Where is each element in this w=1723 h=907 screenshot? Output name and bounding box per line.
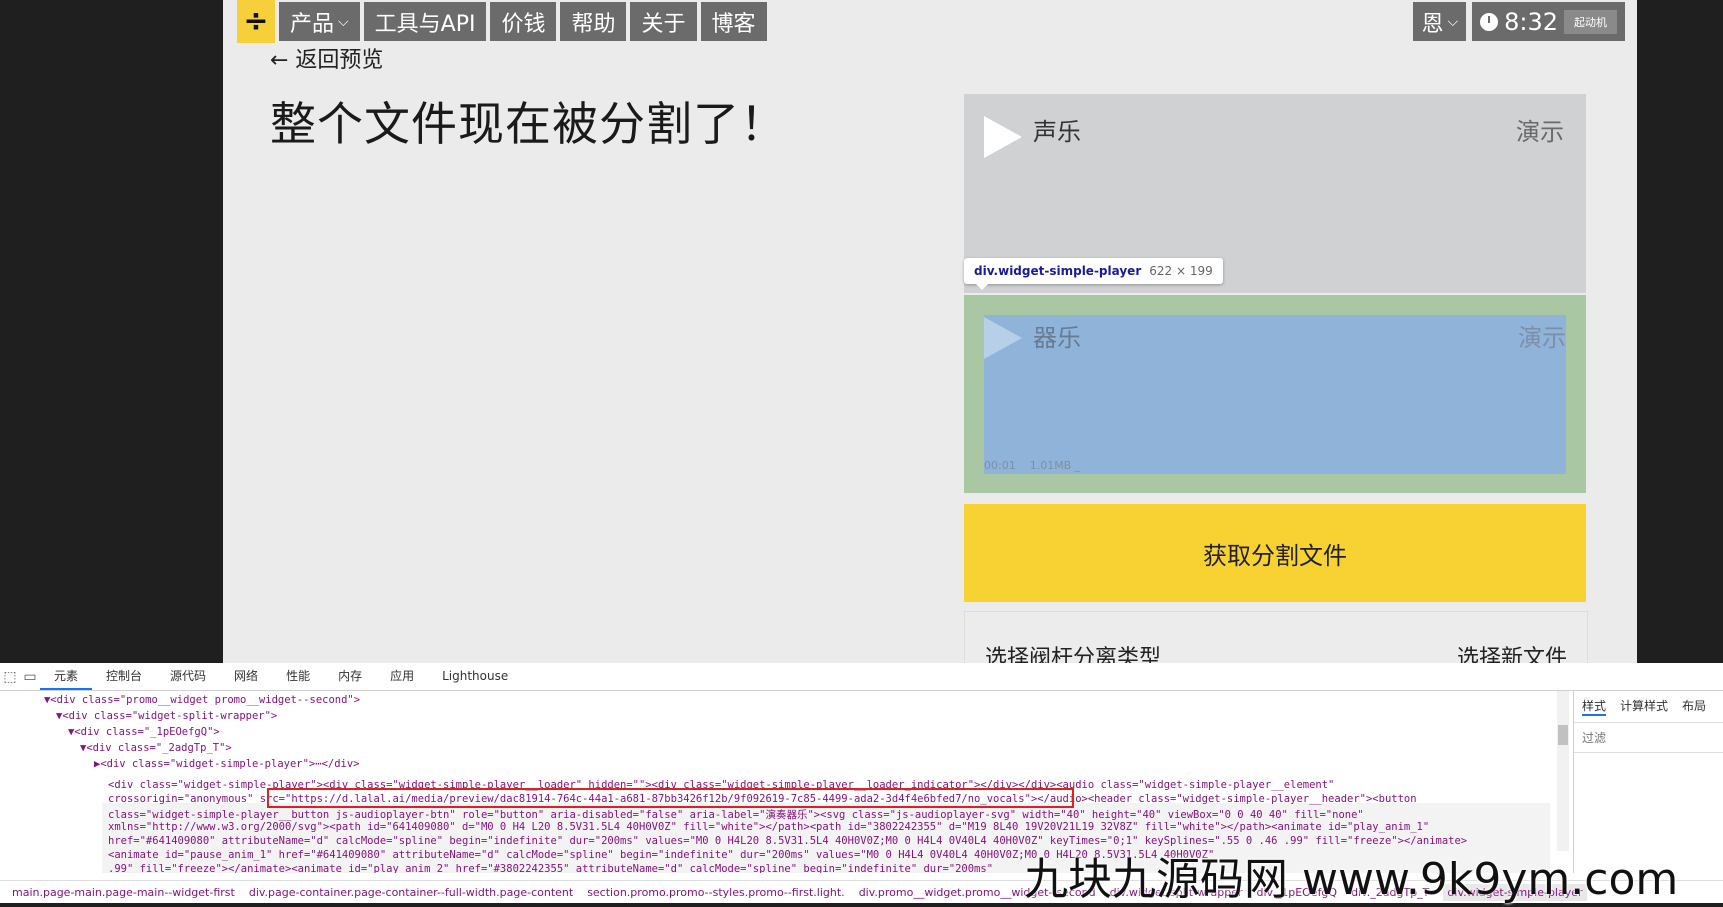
tab-network[interactable]: 网络: [220, 663, 272, 690]
devtools-tabs: ⬚ ▭ 元素 控制台 源代码 网络 性能 内存 应用 Lighthouse: [0, 663, 1723, 691]
dom-line[interactable]: ▼<div class="promo__widget promo__widget…: [44, 694, 360, 706]
time-display: 8:32: [1504, 7, 1558, 36]
watermark: 九块九源码网 www.9k9ym.com: [1024, 854, 1679, 905]
inspector-tooltip: div.widget-simple-player 622 × 199: [964, 258, 1223, 290]
tab-lighthouse[interactable]: Lighthouse: [428, 663, 522, 690]
dom-line[interactable]: .99" fill="freeze"></animate><animate id…: [108, 863, 993, 873]
language-label: 恩: [1421, 11, 1444, 37]
dom-line[interactable]: class="widget-simple-player__button js-a…: [108, 807, 1364, 822]
language-selector[interactable]: 恩 ⌵: [1413, 2, 1467, 41]
breadcrumb-item[interactable]: main.page-main.page-main--widget-first: [12, 886, 235, 899]
dom-scrollbar-thumb[interactable]: [1558, 725, 1568, 745]
tab-computed[interactable]: 计算样式: [1620, 697, 1668, 716]
inspect-icon[interactable]: ⬚: [0, 669, 20, 685]
play-icon[interactable]: [984, 317, 1022, 359]
demo-label: 演示: [1516, 118, 1564, 146]
clock-icon: [1480, 12, 1499, 31]
dom-scrollbar[interactable]: [1557, 691, 1569, 851]
chevron-down-icon: ⌵: [1447, 13, 1459, 30]
dom-line[interactable]: ▼<div class="_1pEOefgQ">: [68, 726, 220, 738]
tab-application[interactable]: 应用: [376, 663, 428, 690]
tab-sources[interactable]: 源代码: [156, 663, 220, 690]
playback-time: 00:01: [984, 459, 1016, 472]
dom-line[interactable]: ▼<div class="_2adgTp_T">: [80, 742, 232, 754]
breadcrumb-item[interactable]: section.promo.promo--styles.promo--first…: [587, 886, 845, 899]
starter-button[interactable]: 起动机: [1564, 9, 1617, 34]
instrumental-player[interactable]: 器乐 演示 00:01 1.01MB _: [964, 295, 1586, 493]
select-stem-type[interactable]: 选择阀杆分离类型: [985, 640, 1161, 663]
tab-console[interactable]: 控制台: [92, 663, 156, 690]
breadcrumb-item[interactable]: div.page-container.page-container--full-…: [249, 886, 573, 899]
chevron-down-icon: ⌵: [338, 13, 349, 30]
play-icon[interactable]: [984, 116, 1022, 158]
tab-performance[interactable]: 性能: [272, 663, 324, 690]
nav-help[interactable]: 帮助: [560, 2, 627, 41]
instrumental-label: 器乐: [1033, 324, 1081, 352]
nav-right: 恩 ⌵ 8:32 起动机: [1413, 0, 1625, 41]
styles-filter-input[interactable]: 过滤: [1574, 723, 1723, 753]
tab-elements[interactable]: 元素: [40, 663, 93, 690]
demo-label: 演示: [1518, 324, 1566, 352]
vocals-label: 声乐: [1033, 118, 1081, 146]
highlight-box: [267, 788, 1074, 808]
sidebar-tabs: 样式 计算样式 布局: [1574, 691, 1723, 723]
tab-memory[interactable]: 内存: [324, 663, 376, 690]
timer-widget[interactable]: 8:32 起动机: [1472, 2, 1625, 41]
nav-blog[interactable]: 博客: [700, 2, 767, 41]
nav-tools-api[interactable]: 工具与API: [363, 2, 487, 41]
dom-line[interactable]: ▶<div class="widget-simple-player">⋯</di…: [94, 758, 360, 770]
tooltip-selector: div.widget-simple-player: [974, 264, 1142, 278]
file-size: 1.01MB: [1029, 459, 1072, 472]
select-new-file[interactable]: 选择新文件: [1457, 640, 1567, 663]
tooltip-size: 622 × 199: [1149, 264, 1213, 278]
top-nav: ÷ 产品 ⌵ 工具与API 价钱 帮助 关于 博客: [237, 0, 767, 43]
browser-page: ÷ 产品 ⌵ 工具与API 价钱 帮助 关于 博客 恩 ⌵ 8:32 起动机 ← 返…: [223, 0, 1637, 663]
tab-styles[interactable]: 样式: [1582, 697, 1607, 716]
dom-line[interactable]: xmlns="http://www.w3.org/2000/svg"><path…: [108, 821, 1429, 833]
get-split-files-button[interactable]: 获取分割文件: [964, 504, 1586, 602]
player-highlight-area: 器乐 演示 00:01 1.01MB _: [984, 315, 1566, 474]
device-toggle-icon[interactable]: ▭: [20, 669, 40, 685]
nav-about[interactable]: 关于: [630, 2, 697, 41]
options-panel: 选择阀杆分离类型 选择新文件: [964, 611, 1588, 663]
logo[interactable]: ÷: [237, 0, 275, 43]
dom-line[interactable]: ▼<div class="widget-split-wrapper">: [56, 710, 277, 722]
back-to-preview-link[interactable]: ← 返回预览: [270, 42, 383, 74]
nav-products[interactable]: 产品 ⌵: [279, 2, 360, 41]
tab-layout[interactable]: 布局: [1682, 697, 1706, 716]
playback-meta: 00:01 1.01MB _: [984, 459, 1081, 472]
page-title: 整个文件现在被分割了！: [270, 97, 787, 151]
nav-pricing[interactable]: 价钱: [490, 2, 557, 41]
nav-products-label: 产品: [290, 11, 335, 37]
